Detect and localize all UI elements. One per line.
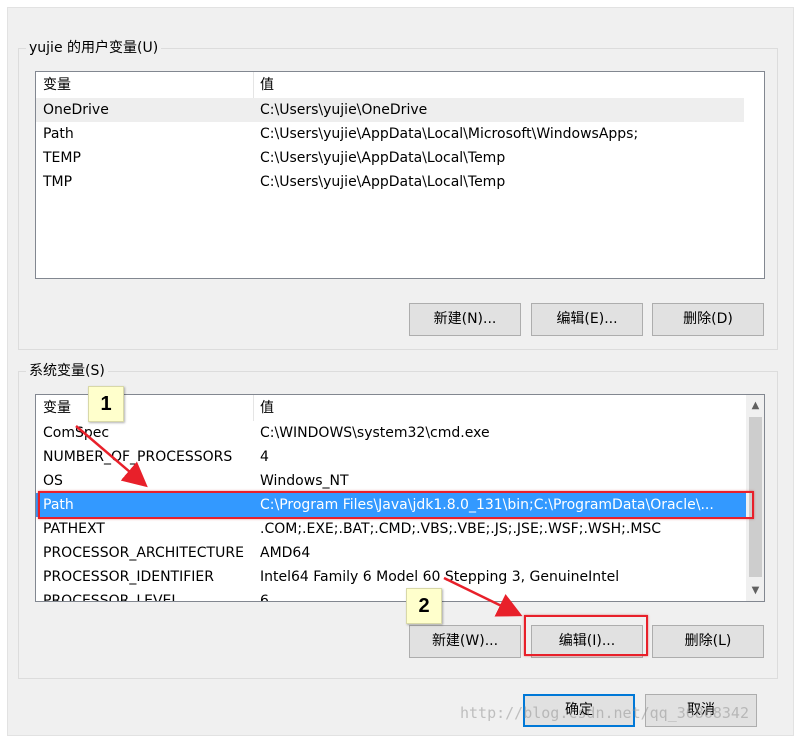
cancel-button[interactable]: 取消 bbox=[645, 694, 757, 727]
variable-value: C:\WINDOWS\system32\cmd.exe bbox=[260, 425, 490, 441]
path-row-highlight bbox=[38, 491, 754, 519]
variable-name: PROCESSOR_LEVEL bbox=[43, 593, 180, 601]
user-new-button[interactable]: 新建(N)... bbox=[409, 303, 521, 336]
variable-value: Windows_NT bbox=[260, 473, 349, 489]
variable-value: AMD64 bbox=[260, 545, 311, 561]
list-item[interactable]: OneDrive C:\Users\yujie\OneDrive bbox=[36, 98, 744, 122]
list-item[interactable]: NUMBER_OF_PROCESSORS 4 bbox=[36, 445, 746, 469]
variable-name: ComSpec bbox=[43, 425, 110, 441]
column-header-variable[interactable]: 变量 bbox=[43, 395, 71, 421]
column-separator[interactable] bbox=[253, 395, 254, 421]
variable-value: C:\Users\yujie\AppData\Local\Temp bbox=[260, 174, 506, 190]
variable-value: C:\Users\yujie\OneDrive bbox=[260, 102, 428, 118]
step-2-callout: 2 bbox=[406, 588, 442, 624]
edit-button-highlight bbox=[524, 615, 648, 656]
list-item[interactable]: PATHEXT .COM;.EXE;.BAT;.CMD;.VBS;.VBE;.J… bbox=[36, 517, 746, 541]
variable-value: 4 bbox=[260, 449, 269, 465]
list-item[interactable]: Path C:\Users\yujie\AppData\Local\Micros… bbox=[36, 122, 764, 146]
column-separator[interactable] bbox=[253, 72, 254, 98]
variable-value: Intel64 Family 6 Model 60 Stepping 3, Ge… bbox=[260, 569, 620, 585]
column-header-variable[interactable]: 变量 bbox=[43, 72, 71, 98]
list-item[interactable]: PROCESSOR_LEVEL 6 bbox=[36, 589, 746, 601]
variable-name: PROCESSOR_ARCHITECTURE bbox=[43, 545, 244, 561]
ok-button[interactable]: 确定 bbox=[523, 694, 635, 727]
system-delete-button[interactable]: 删除(L) bbox=[652, 625, 764, 658]
list-item[interactable]: OS Windows_NT bbox=[36, 469, 746, 493]
column-header-value[interactable]: 值 bbox=[260, 72, 274, 98]
list-item[interactable]: ComSpec C:\WINDOWS\system32\cmd.exe bbox=[36, 421, 746, 445]
variable-value: C:\Users\yujie\AppData\Local\Temp bbox=[260, 150, 506, 166]
system-variables-group: 系统变量(S) 变量 值 ComSpec C:\WINDOWS\system32… bbox=[18, 361, 778, 679]
list-item[interactable]: TEMP C:\Users\yujie\AppData\Local\Temp bbox=[36, 146, 764, 170]
system-variables-title: 系统变量(S) bbox=[26, 361, 108, 381]
variable-name: OS bbox=[43, 473, 63, 489]
variable-name: Path bbox=[43, 126, 74, 142]
user-delete-button[interactable]: 删除(D) bbox=[652, 303, 764, 336]
scroll-down-icon[interactable]: ▼ bbox=[747, 582, 764, 599]
column-header-value[interactable]: 值 bbox=[260, 395, 274, 421]
system-new-button[interactable]: 新建(W)... bbox=[409, 625, 521, 658]
variable-value: .COM;.EXE;.BAT;.CMD;.VBS;.VBE;.JS;.JSE;.… bbox=[260, 521, 662, 537]
list-item[interactable]: PROCESSOR_ARCHITECTURE AMD64 bbox=[36, 541, 746, 565]
variable-name: PATHEXT bbox=[43, 521, 105, 537]
user-list-header: 变量 值 bbox=[36, 72, 764, 98]
variable-value: 6 bbox=[260, 593, 269, 601]
step-1-callout: 1 bbox=[88, 386, 124, 422]
variable-name: TMP bbox=[43, 174, 73, 190]
environment-variables-dialog: yujie 的用户变量(U) 变量 值 OneDrive C:\Users\yu… bbox=[7, 7, 794, 736]
user-variables-title: yujie 的用户变量(U) bbox=[26, 38, 162, 58]
variable-name: NUMBER_OF_PROCESSORS bbox=[43, 449, 233, 465]
scroll-up-icon[interactable]: ▲ bbox=[747, 397, 764, 414]
variable-name: OneDrive bbox=[43, 102, 109, 118]
variable-value: C:\Users\yujie\AppData\Local\Microsoft\W… bbox=[260, 126, 639, 142]
user-variables-group: yujie 的用户变量(U) 变量 值 OneDrive C:\Users\yu… bbox=[18, 38, 778, 350]
user-variables-list[interactable]: 变量 值 OneDrive C:\Users\yujie\OneDrive Pa… bbox=[35, 71, 765, 279]
variable-name: TEMP bbox=[43, 150, 81, 166]
list-item[interactable]: TMP C:\Users\yujie\AppData\Local\Temp bbox=[36, 170, 764, 194]
user-edit-button[interactable]: 编辑(E)... bbox=[531, 303, 643, 336]
list-item[interactable]: PROCESSOR_IDENTIFIER Intel64 Family 6 Mo… bbox=[36, 565, 746, 589]
system-list-header: 变量 值 bbox=[36, 395, 746, 421]
variable-name: PROCESSOR_IDENTIFIER bbox=[43, 569, 214, 585]
